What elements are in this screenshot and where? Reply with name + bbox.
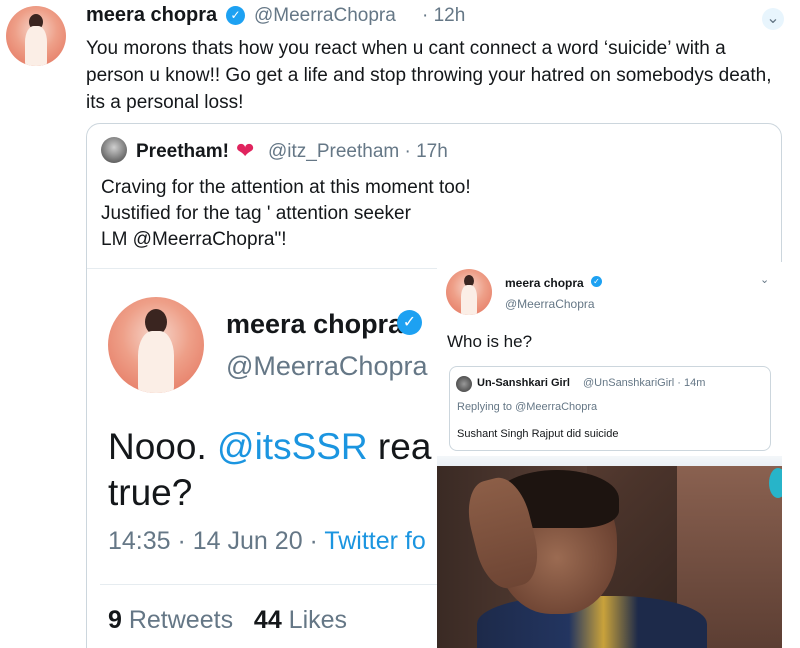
author-avatar[interactable] [6, 6, 66, 66]
embedded-tweet-text: Who is he? [447, 332, 533, 351]
author-name[interactable]: meera chopra [86, 4, 217, 27]
quoted-author-avatar[interactable] [101, 137, 127, 163]
text-part: Nooo. [108, 426, 218, 467]
chevron-down-icon[interactable]: ⌄ [762, 8, 784, 30]
screenshot-author-handle: @MeerraChopra [226, 351, 428, 381]
verified-badge-icon: ✓ [397, 310, 422, 335]
heart-icon: ❤ [236, 138, 255, 163]
author-handle[interactable]: @MeerraChopra [254, 5, 396, 27]
text-part: true? [108, 472, 193, 513]
embedded-quote-avatar [456, 376, 472, 392]
screenshot-meta: 14:35 · 14 Jun 20 · Twitter fo [108, 527, 426, 556]
verified-badge-icon: ✓ [226, 6, 245, 25]
embedded-quote-handle: @UnSanshkariGirl · 14m [583, 377, 706, 389]
embedded-author-name: meera chopra [505, 276, 584, 290]
mention-link: @itsSSR [217, 426, 368, 467]
text-part: rea [367, 426, 432, 467]
tweet-text: You morons thats how you react when u ca… [86, 38, 772, 113]
embedded-quote-replying: Replying to @MeerraChopra [457, 401, 598, 413]
likes-label: Likes [281, 606, 348, 634]
quoted-tweet-line: Craving for the attention at this moment… [101, 177, 471, 198]
quoted-tweet-text: Craving for the attention at this moment… [101, 175, 471, 253]
embedded-author-handle: @MeerraChopra [505, 297, 595, 311]
quoted-tweet-line: Justified for the tag ' attention seeker [101, 203, 411, 224]
screenshot-author-avatar [108, 297, 204, 393]
verified-badge-icon: ✓ [591, 276, 602, 287]
quoted-author-handle[interactable]: @itz_Preetham · 17h [268, 141, 448, 163]
screenshot-author-name: meera chopra [226, 309, 404, 339]
screenshot-stats: 9 Retweets 44 Likes [108, 606, 347, 635]
screenshot-source: Twitter fo [324, 527, 426, 555]
screenshot-timestamp: 14:35 · 14 Jun 20 · [108, 527, 325, 555]
screenshot-tweet-text: Nooo. @itsSSR rea true? [108, 424, 448, 516]
likes-count: 44 [253, 606, 282, 634]
retweets-label: Retweets [121, 606, 234, 634]
quoted-tweet-line: LM @MeerraChopra"! [101, 229, 287, 250]
chevron-down-icon: ⌄ [760, 274, 770, 286]
retweets-count: 9 [108, 606, 122, 634]
reaction-photo [437, 466, 782, 648]
tweet-timestamp[interactable]: · 12h [422, 5, 465, 27]
embedded-quote-text: Sushant Singh Rajput did suicide [457, 428, 619, 440]
divider [100, 584, 440, 585]
quoted-author-name[interactable]: Preetham! [136, 141, 229, 163]
embedded-author-avatar [446, 269, 492, 315]
embedded-quote-name: Un-Sanshkari Girl [477, 377, 570, 389]
